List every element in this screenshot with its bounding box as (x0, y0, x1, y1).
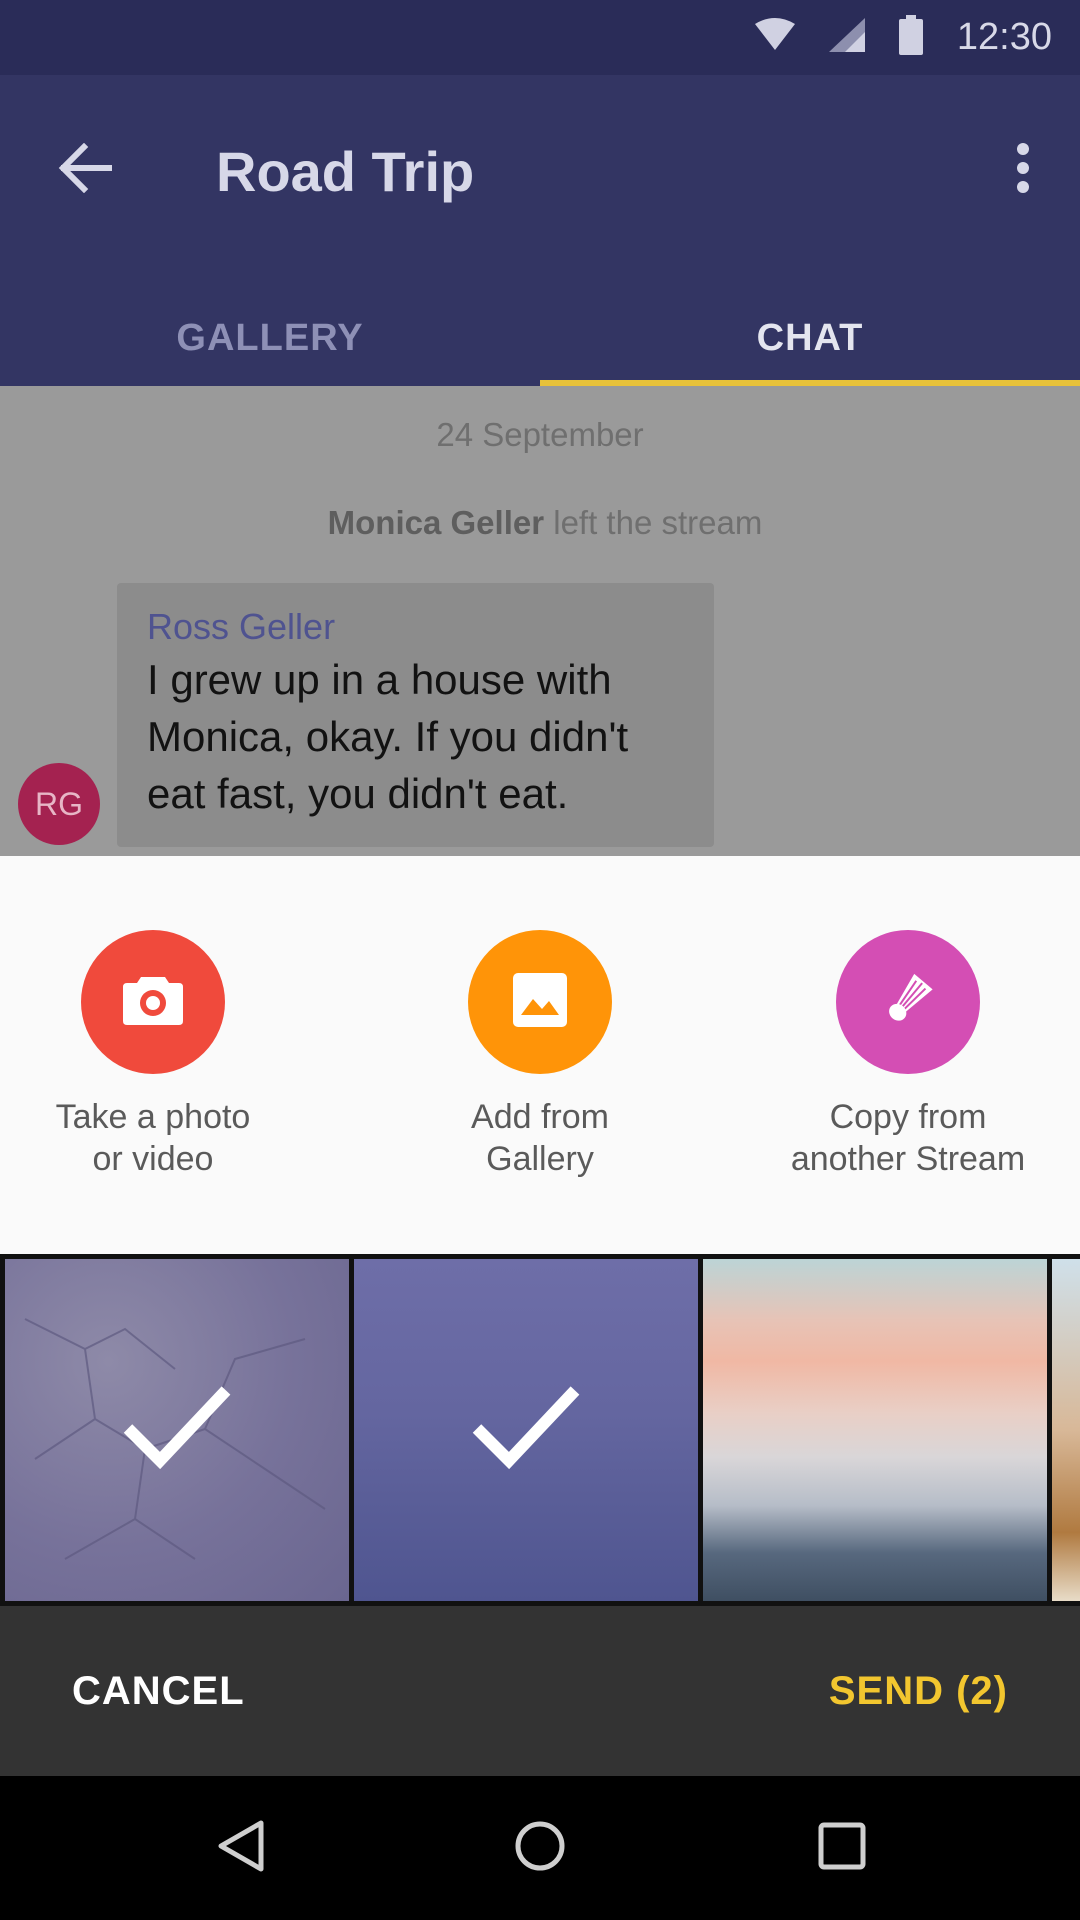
send-button[interactable]: SEND (2) (829, 1606, 1008, 1776)
add-from-gallery-action[interactable]: Add from Gallery (390, 930, 690, 1180)
tab-chat[interactable]: CHAT (540, 290, 1080, 386)
message-bubble[interactable]: Ross Geller I grew up in a house with Mo… (117, 583, 714, 847)
take-photo-action[interactable]: Take a photo or video (3, 930, 303, 1180)
sunset-sea-photo[interactable] (703, 1259, 1047, 1601)
image-icon (511, 971, 569, 1034)
nav-recents-button[interactable] (792, 1798, 892, 1898)
cracked-ground-photo[interactable] (5, 1259, 349, 1601)
wifi-icon (754, 18, 795, 57)
partial-photo[interactable] (1052, 1259, 1080, 1601)
more-vert-icon (1016, 142, 1030, 199)
copy-from-stream-button[interactable] (836, 930, 980, 1074)
add-from-gallery-label: Add from Gallery (471, 1098, 609, 1178)
battery-icon (898, 15, 923, 60)
stream-event: Monica Geller left the stream (0, 504, 1080, 542)
recents-square-icon (817, 1821, 867, 1876)
arrow-back-icon (58, 142, 113, 198)
camera-icon (121, 973, 185, 1032)
app-bar: Road Trip GALLERY CHAT (0, 75, 1080, 386)
avatar[interactable]: RG (18, 763, 100, 845)
event-text: left the stream (553, 504, 763, 541)
nav-back-button[interactable] (190, 1798, 290, 1898)
take-photo-button[interactable] (81, 930, 225, 1074)
selected-check-icon (122, 1383, 232, 1478)
misty-sea-photo[interactable] (354, 1259, 698, 1601)
take-photo-label: Take a photo or video (55, 1098, 251, 1178)
copy-from-stream-label: Copy from another Stream (790, 1098, 1026, 1178)
shuttlecock-icon (878, 970, 938, 1035)
navigation-bar (0, 1776, 1080, 1920)
thumbnail-strip[interactable] (0, 1254, 1080, 1606)
chat-area: 24 September Monica Geller left the stre… (0, 386, 1080, 856)
cancel-button[interactable]: CANCEL (72, 1606, 245, 1776)
page-title: Road Trip (216, 140, 475, 203)
attachment-sheet: Take a photo or video Add from Gallery C… (0, 856, 1080, 1254)
home-circle-icon (514, 1820, 566, 1877)
tab-bar: GALLERY CHAT (0, 290, 1080, 386)
status-bar: 12:30 (0, 0, 1080, 75)
copy-from-stream-action[interactable]: Copy from another Stream (758, 930, 1058, 1180)
back-triangle-icon (215, 1819, 265, 1878)
selection-action-bar: CANCEL SEND (2) (0, 1606, 1080, 1776)
event-user-name: Monica Geller (327, 504, 545, 541)
nav-home-button[interactable] (490, 1798, 590, 1898)
message-sender: Ross Geller (147, 606, 336, 647)
date-separator: 24 September (436, 416, 644, 453)
selected-check-icon (471, 1383, 581, 1478)
tab-gallery[interactable]: GALLERY (0, 290, 540, 386)
back-button[interactable] (40, 125, 130, 215)
status-time: 12:30 (956, 16, 1052, 58)
overflow-menu-button[interactable] (988, 125, 1058, 215)
signal-icon (828, 18, 865, 57)
message-text: I grew up in a house with Monica, okay. … (147, 656, 629, 817)
add-from-gallery-button[interactable] (468, 930, 612, 1074)
